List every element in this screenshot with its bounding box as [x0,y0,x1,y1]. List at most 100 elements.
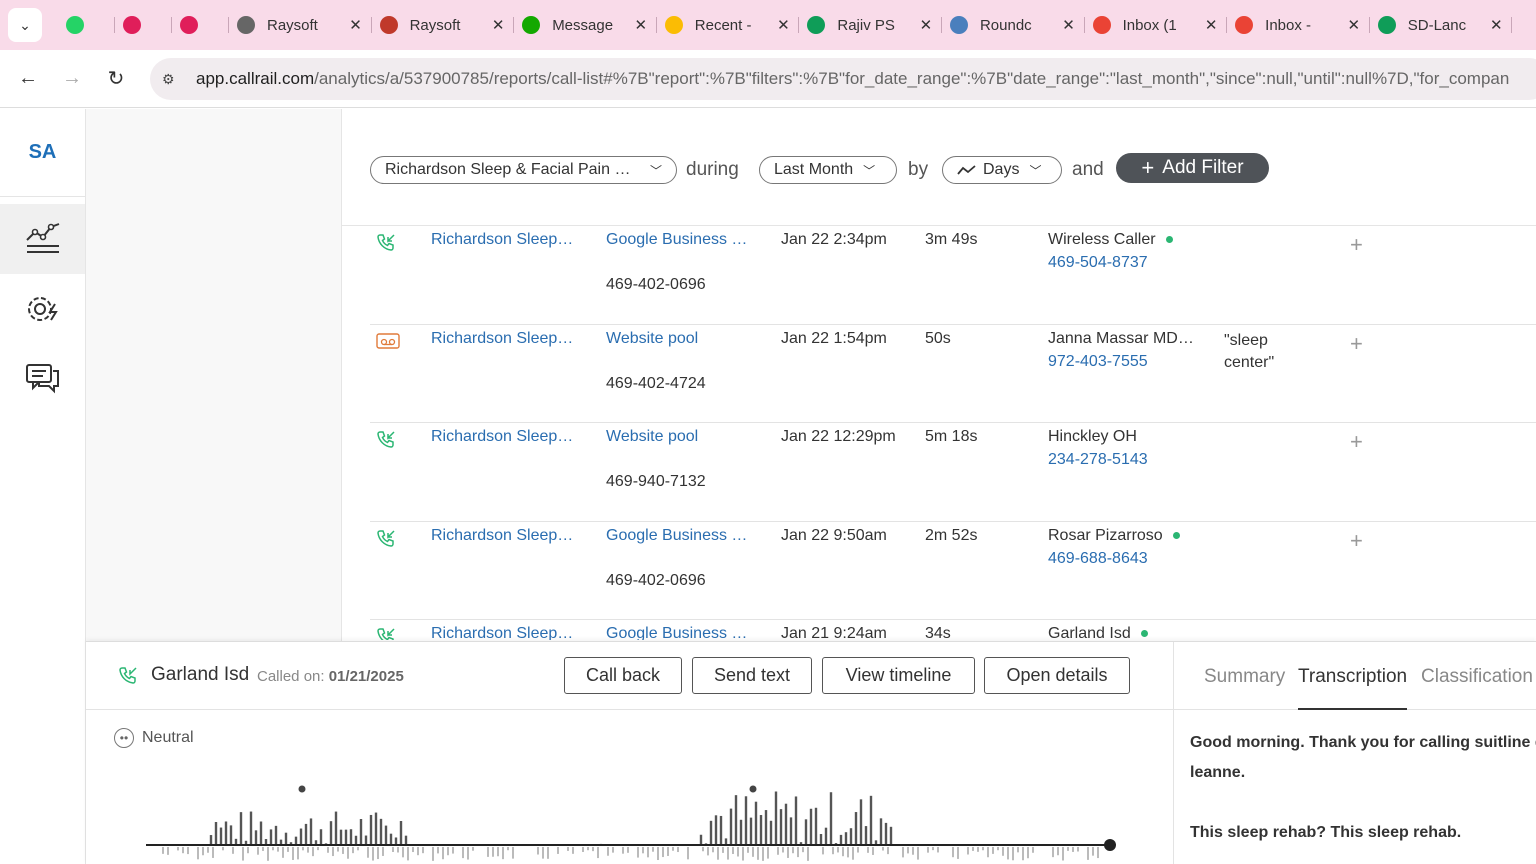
caller-name-text: Garland Isd [1048,625,1131,640]
analytics-icon [25,223,59,253]
browser-tab[interactable] [58,8,115,42]
call-row[interactable]: Richardson Sleep… Google Business … Jan 21… [370,620,1536,640]
back-arrow-icon: ← [18,67,38,89]
close-tab-icon[interactable]: ✕ [1346,16,1362,34]
caller-number-link[interactable]: 234-278-5143 [1048,451,1148,469]
chevron-down-icon: ﹀ [649,163,662,178]
browser-tab[interactable] [172,8,229,42]
add-tag-button[interactable]: + [1350,528,1363,554]
close-tab-icon[interactable]: ✕ [1488,16,1504,34]
nav-messages[interactable] [0,344,85,414]
tab-search-button[interactable]: ⌄ [8,8,42,42]
tab-summary[interactable]: Summary [1204,666,1285,688]
url-field[interactable]: ⚙ app.callrail.com/analytics/a/537900785… [150,58,1536,100]
close-tab-icon[interactable]: ✕ [633,16,649,34]
call-row[interactable]: Richardson Sleep… Google Business … 469-40… [370,522,1536,620]
caller-number-link[interactable]: 469-688-8643 [1048,550,1148,568]
nav-settings[interactable] [0,274,85,344]
browser-tab[interactable]: Inbox (1 ✕ [1085,8,1228,42]
url-domain: app.callrail.com [196,69,315,88]
whatsapp-icon [66,16,84,34]
forward-arrow-icon: → [62,67,82,89]
forward-button[interactable]: → [50,67,94,90]
call-list: Richardson Sleep… Google Business … 469-40… [370,226,1536,640]
tab-classification[interactable]: Classification [1421,666,1533,688]
close-tab-icon[interactable]: ✕ [918,16,934,34]
browser-tab[interactable]: Raysoft ✕ [372,8,515,42]
source-link[interactable]: Google Business … [606,231,747,249]
tab-title: Inbox - [1265,16,1312,34]
close-tab-icon[interactable]: ✕ [490,16,506,34]
call-insights-sidebar: Summary Transcription Classification Goo… [1173,642,1536,864]
browser-tab[interactable]: Rajiv PS ✕ [799,8,942,42]
browser-tab[interactable]: Inbox - ✕ [1227,8,1370,42]
add-tag-button[interactable]: + [1350,331,1363,357]
secondary-nav [86,109,342,641]
browser-tab[interactable] [115,8,172,42]
caller-number-link[interactable]: 469-504-8737 [1048,254,1148,272]
voicemail-icon [376,332,400,349]
inbound-call-icon [119,667,137,684]
browser-tab[interactable]: Roundc ✕ [942,8,1085,42]
reload-button[interactable]: ↻ [94,66,138,91]
transcript-line: leanne. [1190,764,1246,781]
open-details-button[interactable]: Open details [984,657,1130,694]
grouping-dropdown[interactable]: Days ﹀ [942,156,1062,184]
audio-waveform[interactable] [141,780,1116,864]
caller-name: Wireless Caller [1048,231,1173,249]
browser-tab[interactable]: Raysoft ✕ [229,8,372,42]
caller-number-link[interactable]: 972-403-7555 [1048,353,1148,371]
send-text-button[interactable]: Send text [692,657,812,694]
tab-title: Message [552,16,614,34]
tab-title: Roundc [979,16,1032,34]
browser-tab[interactable]: Recent - ✕ [657,8,800,42]
sheets-icon [807,16,826,34]
nav-analytics[interactable] [0,204,85,274]
browser-tab-strip: ⌄ Raysoft ✕ Raysoft ✕ Message ✕ Recent - ✕ Rajiv… [0,0,1536,50]
add-tag-button[interactable]: + [1350,232,1363,258]
browser-tab[interactable]: Message ✕ [514,8,657,42]
add-tag-button[interactable]: + [1350,429,1363,455]
source-link[interactable]: Google Business … [606,625,747,640]
company-link[interactable]: Richardson Sleep… [431,231,573,249]
roundcube-icon [949,16,968,34]
call-row[interactable]: Richardson Sleep… Website pool 469-940-713… [370,423,1536,522]
company-link[interactable]: Richardson Sleep… [431,330,573,348]
source-link[interactable]: Website pool [606,330,698,348]
company-filter-dropdown[interactable]: Richardson Sleep & Facial Pain … ﹀ [370,156,677,184]
view-timeline-button[interactable]: View timeline [822,657,975,694]
account-logo[interactable]: SA [0,109,85,197]
caller-name: Hinckley OH [1048,428,1137,446]
call-back-button[interactable]: Call back [564,657,682,694]
source-link[interactable]: Google Business … [606,527,747,545]
date-range-dropdown[interactable]: Last Month ﹀ [759,156,897,184]
close-tab-icon[interactable]: ✕ [348,16,364,34]
call-date: Jan 22 12:29pm [781,428,896,445]
tab-title: Raysoft [409,16,461,34]
browser-tab[interactable]: SD-Lanc ✕ [1370,8,1513,42]
playhead-handle[interactable] [1104,839,1116,851]
call-date: Jan 22 9:50am [781,526,887,544]
inbound-call-icon [377,234,395,251]
tracking-number: 469-402-4724 [606,374,706,392]
company-filter-label: Richardson Sleep & Facial Pain … [385,161,631,178]
company-link[interactable]: Richardson Sleep… [431,527,573,545]
call-row[interactable]: Richardson Sleep… Google Business … 469-40… [370,226,1536,325]
tab-transcription[interactable]: Transcription [1298,666,1408,710]
caller-name: Garland Isd [1048,625,1148,640]
company-link[interactable]: Richardson Sleep… [431,625,573,640]
close-tab-icon[interactable]: ✕ [1061,16,1077,34]
close-tab-icon[interactable]: ✕ [1203,16,1219,34]
source-link[interactable]: Website pool [606,428,698,446]
call-row[interactable]: Richardson Sleep… Website pool 469-402-472… [370,325,1536,423]
site-info-icon[interactable]: ⚙ [162,71,184,88]
globe-icon [237,16,255,34]
date-range-label: Last Month [774,161,854,178]
close-tab-icon[interactable]: ✕ [775,16,791,34]
company-link[interactable]: Richardson Sleep… [431,428,573,446]
add-filter-button[interactable]: + Add Filter [1116,153,1269,183]
transcript-line [1190,788,1536,818]
status-dot [1140,630,1148,638]
trend-icon [957,165,976,175]
back-button[interactable]: ← [6,67,50,90]
